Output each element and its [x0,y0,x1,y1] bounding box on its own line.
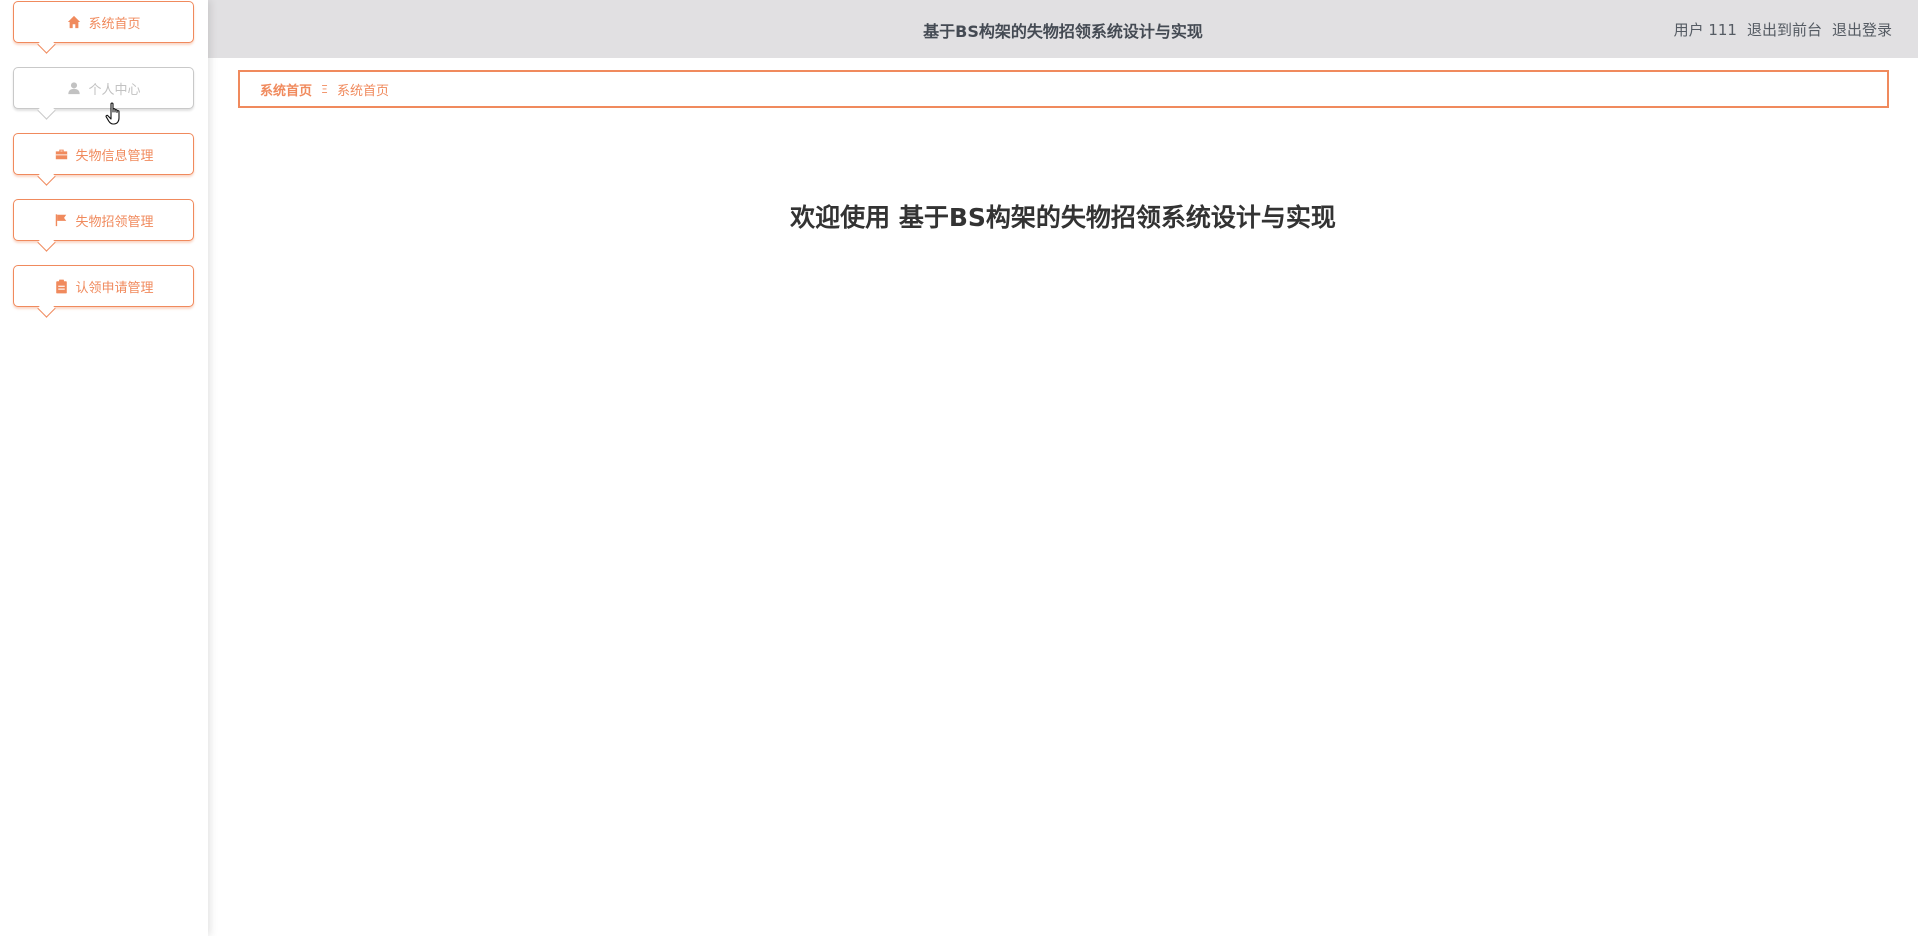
breadcrumb-current: 系统首页 [336,83,389,99]
hand-cursor-icon [105,102,125,126]
briefcase-icon [53,146,69,162]
logout-link[interactable]: 退出登录 [1832,19,1892,40]
user-label: 用户 111 [1673,21,1737,39]
sidebar-item-label: 系统首页 [88,16,141,32]
welcome-heading: 欢迎使用 基于BS构架的失物招领系统设计与实现 [790,203,1336,232]
sidebar-item-label: 认领申请管理 [75,280,154,296]
sidebar-item-profile[interactable]: 个人中心 [13,67,194,109]
sidebar-item-lost-found[interactable]: 失物招领管理 [13,199,194,241]
app-title: 基于BS构架的失物招领系统设计与实现 [923,22,1203,41]
back-to-front-link[interactable]: 退出到前台 [1747,19,1822,40]
sidebar-item-label: 失物招领管理 [75,214,154,230]
breadcrumb-separator-icon: Ξ [321,82,328,96]
sidebar-item-home[interactable]: 系统首页 [13,1,194,43]
breadcrumb-home-link[interactable]: 系统首页 [260,80,312,99]
clipboard-icon [53,278,69,294]
home-icon [66,14,82,30]
sidebar: 系统首页 个人中心 失物信息管理 失物招领管理 认领申请管理 [0,0,208,936]
sidebar-item-label: 失物信息管理 [75,148,154,164]
header-user-actions: 用户 111 退出到前台 退出登录 [1674,19,1892,40]
sidebar-item-claim-apply[interactable]: 认领申请管理 [13,265,194,307]
user-icon [66,80,82,96]
flag-icon [53,212,69,228]
sidebar-item-label: 个人中心 [88,82,141,98]
sidebar-item-lost-info[interactable]: 失物信息管理 [13,133,194,175]
top-header: 基于BS构架的失物招领系统设计与实现 用户 111 退出到前台 退出登录 [208,0,1918,58]
breadcrumb: 系统首页 Ξ 系统首页 [238,70,1889,108]
